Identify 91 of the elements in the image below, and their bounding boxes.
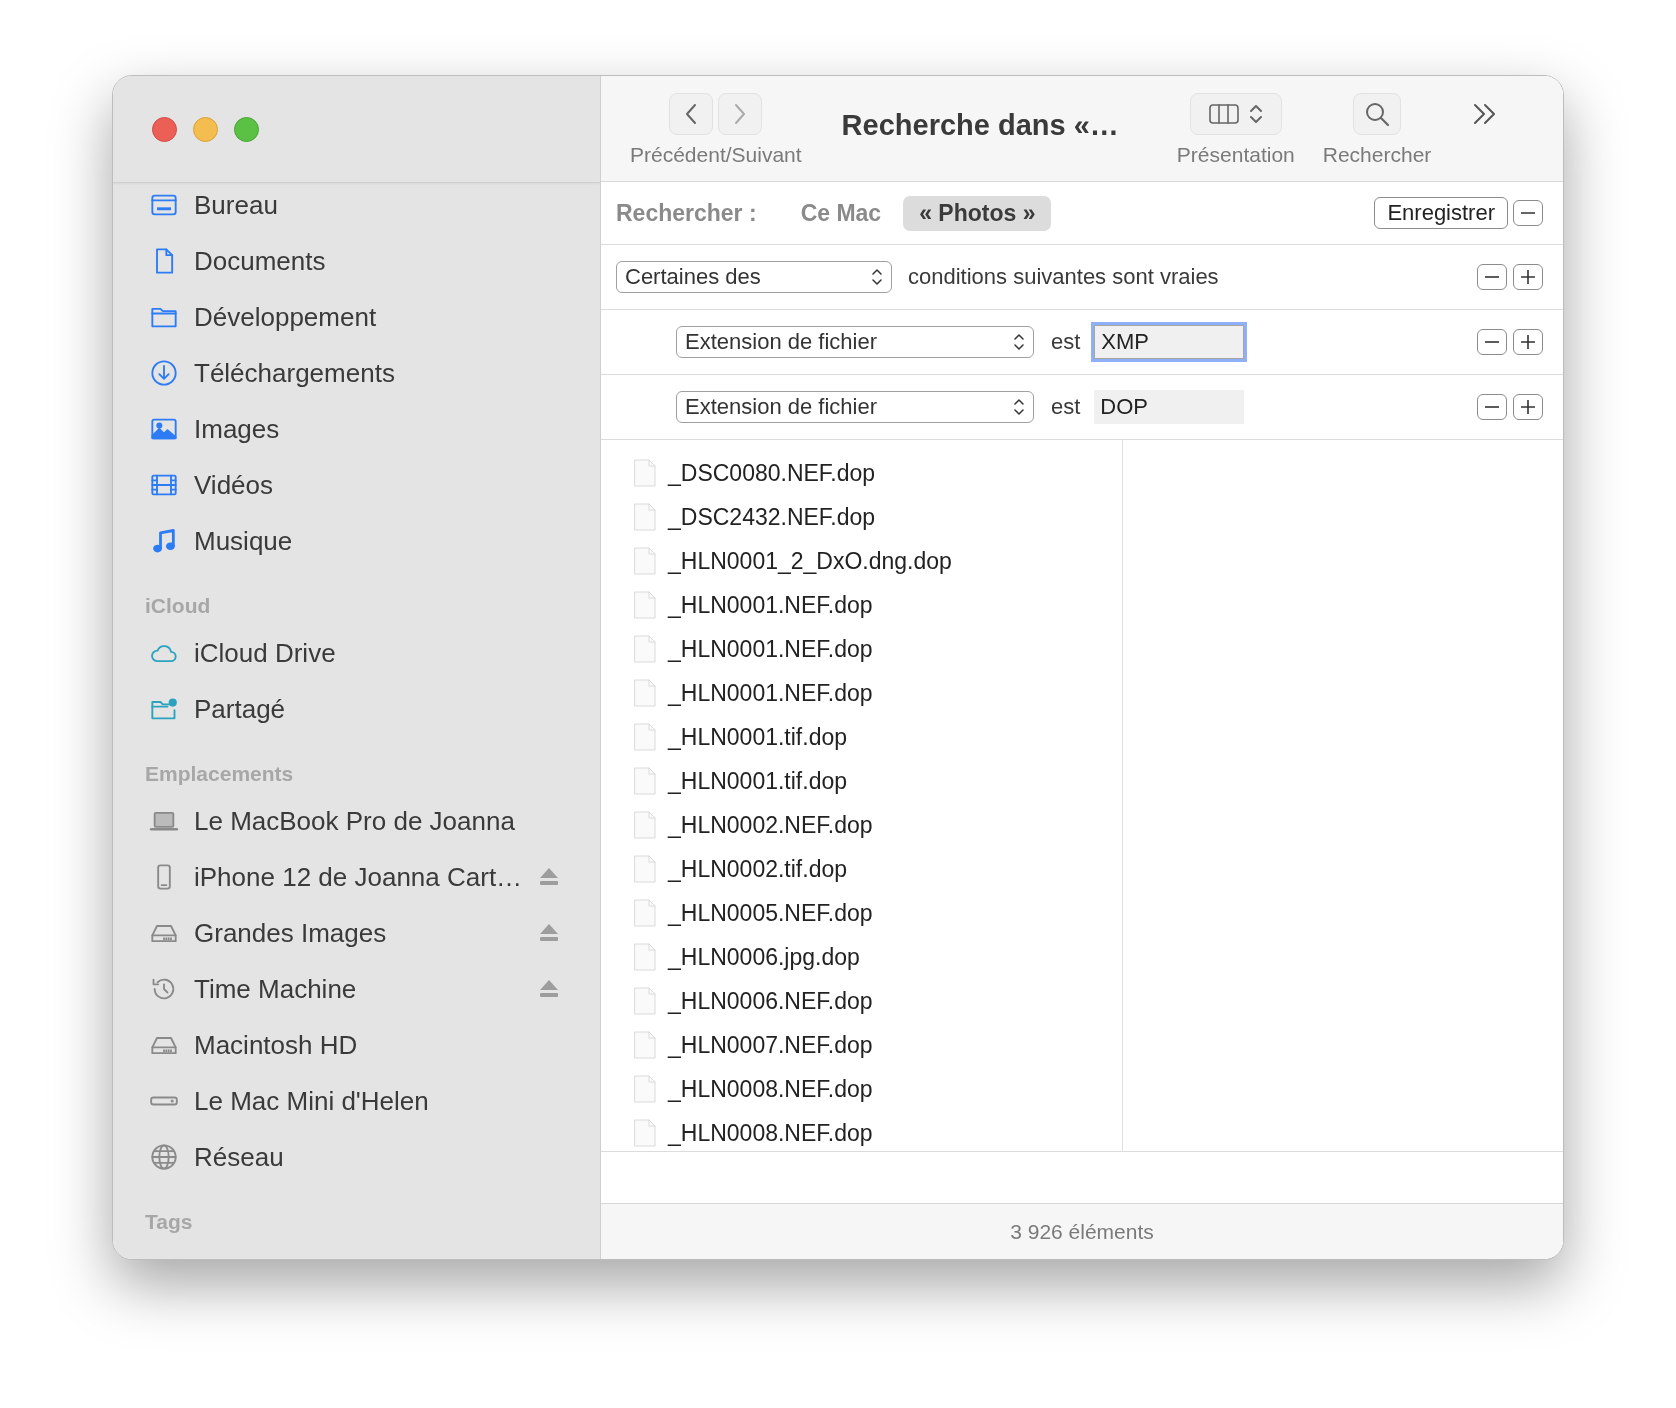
file-name[interactable]: _HLN0007.NEF.dop bbox=[668, 1031, 873, 1059]
sidebar-item[interactable]: Images bbox=[194, 413, 560, 445]
globe-icon bbox=[148, 1143, 180, 1171]
add-button[interactable] bbox=[1513, 394, 1543, 420]
sidebar-item[interactable]: Musique bbox=[194, 525, 560, 557]
scope-option[interactable]: « Photos » bbox=[903, 195, 1052, 231]
up-down-chevron-icon bbox=[871, 267, 883, 287]
sidebar-section-header: Emplacements bbox=[144, 761, 294, 787]
file-name[interactable]: _HLN0001.NEF.dop bbox=[668, 635, 873, 663]
chevron-right-icon bbox=[733, 103, 748, 125]
save-button[interactable]: Enregistrer bbox=[1374, 197, 1508, 229]
sidebar-item[interactable]: Documents bbox=[194, 245, 560, 277]
file-name[interactable]: _HLN0008.NEF.dop bbox=[668, 1119, 873, 1147]
condition-text: conditions suivantes sont vraies bbox=[908, 264, 1219, 290]
view-button[interactable] bbox=[1189, 93, 1282, 135]
up-down-chevron-icon bbox=[1247, 102, 1264, 126]
sidebar-item[interactable]: Grandes Images bbox=[194, 917, 524, 949]
add-icon bbox=[1520, 334, 1536, 350]
chevron-left-icon bbox=[684, 103, 699, 125]
file-name[interactable]: _HLN0001.NEF.dop bbox=[668, 591, 873, 619]
back-button[interactable] bbox=[669, 93, 714, 135]
match-popup[interactable]: Certaines des bbox=[616, 261, 892, 293]
add-button[interactable] bbox=[1513, 264, 1543, 290]
blank-file-icon bbox=[634, 547, 656, 575]
file-name[interactable]: _HLN0002.NEF.dop bbox=[668, 811, 873, 839]
window-title: Recherche dans «… bbox=[841, 109, 1119, 142]
columns-icon bbox=[1207, 102, 1240, 126]
sidebar-item[interactable]: Téléchargements bbox=[194, 357, 560, 389]
file-name[interactable]: _HLN0005.NEF.dop bbox=[668, 899, 873, 927]
sidebar-item[interactable]: Le Mac Mini d'Helen bbox=[194, 1085, 560, 1117]
blank-file-icon bbox=[634, 1119, 656, 1147]
status-bar: 3 926 éléments bbox=[601, 1203, 1563, 1259]
toolbar-label: Présentation bbox=[1176, 143, 1295, 167]
blank-file-icon bbox=[634, 635, 656, 663]
blank-file-icon bbox=[634, 811, 656, 839]
sidebar-item[interactable]: Macintosh HD bbox=[194, 1029, 560, 1061]
sidebar-item[interactable]: iPhone 12 de Joanna Cart… bbox=[194, 861, 524, 893]
blank-file-icon bbox=[634, 591, 656, 619]
toolbar-label: Précédent/Suivant bbox=[630, 143, 802, 167]
sidebar-item[interactable]: Bureau bbox=[194, 189, 560, 221]
blank-file-icon bbox=[634, 943, 656, 971]
sidebar-item[interactable]: Vidéos bbox=[194, 469, 560, 501]
sidebar-section-header: iCloud bbox=[144, 593, 211, 619]
blank-file-icon bbox=[634, 1031, 656, 1059]
add-icon bbox=[1520, 399, 1536, 415]
remove-button[interactable] bbox=[1513, 200, 1543, 226]
search-scope-label: Rechercher : bbox=[616, 199, 757, 227]
blank-file-icon bbox=[634, 987, 656, 1015]
up-down-chevron-icon bbox=[1013, 397, 1025, 417]
sidebar-item[interactable]: Le MacBook Pro de Joanna bbox=[194, 805, 560, 837]
value-field[interactable]: XMP bbox=[1094, 325, 1245, 359]
remove-button[interactable] bbox=[1477, 394, 1507, 420]
file-name[interactable]: _DSC0080.NEF.dop bbox=[668, 459, 876, 487]
file-name[interactable]: _HLN0002.tif.dop bbox=[668, 855, 847, 883]
file-name[interactable]: _HLN0001.tif.dop bbox=[668, 723, 847, 751]
sidebar-item[interactable]: Développement bbox=[194, 301, 560, 333]
up-down-chevron-icon bbox=[1013, 332, 1025, 352]
file-name[interactable]: _HLN0006.jpg.dop bbox=[668, 943, 860, 971]
remove-button[interactable] bbox=[1477, 264, 1507, 290]
close-button[interactable] bbox=[152, 116, 177, 142]
file-name[interactable]: _HLN0006.NEF.dop bbox=[668, 987, 873, 1015]
add-button[interactable] bbox=[1513, 329, 1543, 355]
file-name[interactable]: _DSC2432.NEF.dop bbox=[668, 503, 876, 531]
sidebar-item[interactable]: Partagé bbox=[194, 693, 560, 725]
operator-text: est bbox=[1051, 394, 1081, 420]
file-name[interactable]: _HLN0001.tif.dop bbox=[668, 767, 847, 795]
attribute-popup[interactable]: Extension de fichier bbox=[676, 326, 1034, 358]
blank-file-icon bbox=[634, 855, 656, 883]
blank-file-icon bbox=[634, 1075, 656, 1103]
sidebar-item[interactable]: iCloud Drive bbox=[194, 637, 560, 669]
blank-file-icon bbox=[634, 459, 656, 487]
search-icon bbox=[1364, 101, 1391, 127]
sidebar-section-header: Tags bbox=[144, 1209, 193, 1235]
remove-button[interactable] bbox=[1477, 329, 1507, 355]
file-name[interactable]: _HLN0008.NEF.dop bbox=[668, 1075, 873, 1103]
blank-file-icon bbox=[634, 503, 656, 531]
download-icon bbox=[148, 359, 180, 387]
blank-file-icon bbox=[634, 899, 656, 927]
add-icon bbox=[1520, 269, 1536, 285]
blank-file-icon bbox=[634, 679, 656, 707]
search-button[interactable] bbox=[1353, 93, 1402, 135]
sidebar-item[interactable]: Réseau bbox=[194, 1141, 560, 1173]
blank-file-icon bbox=[634, 723, 656, 751]
blank-file-icon bbox=[634, 767, 656, 795]
operator-text: est bbox=[1051, 329, 1081, 355]
toolbar-label: Rechercher bbox=[1322, 143, 1432, 167]
file-name[interactable]: _HLN0001.NEF.dop bbox=[668, 679, 873, 707]
sidebar-item[interactable]: Time Machine bbox=[194, 973, 524, 1005]
file-name[interactable]: _HLN0001_2_DxO.dng.dop bbox=[668, 547, 952, 575]
attribute-popup[interactable]: Extension de fichier bbox=[676, 391, 1034, 423]
value-field[interactable]: DOP bbox=[1094, 390, 1245, 424]
